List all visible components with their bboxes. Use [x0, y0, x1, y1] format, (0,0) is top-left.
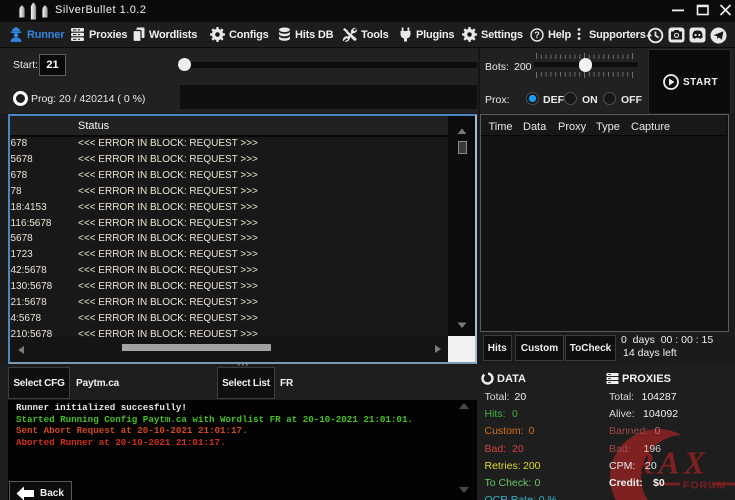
svg-text:FORUM: FORUM [683, 480, 727, 492]
svg-text:?: ? [534, 30, 540, 40]
